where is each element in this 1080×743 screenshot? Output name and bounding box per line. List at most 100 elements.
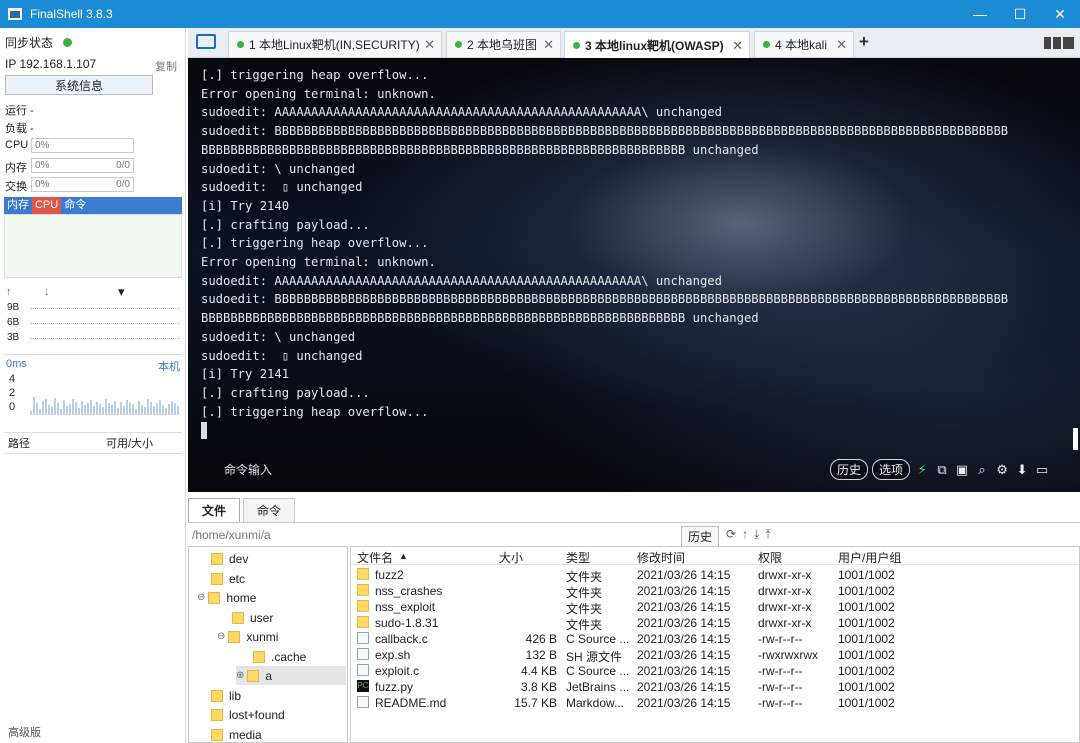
tree-node-media[interactable]: media	[211, 725, 262, 742]
maximize-button[interactable]: ☐	[1000, 0, 1040, 28]
gear-icon[interactable]: ⚙	[994, 462, 1010, 478]
session-tab-1[interactable]: 1 本地Linux靶机(IN,SECURITY) ✕	[228, 31, 442, 57]
close-tab-icon[interactable]: ✕	[836, 37, 847, 53]
session-tab-2[interactable]: 2 本地乌班图 ✕	[446, 31, 561, 57]
folder-icon	[211, 689, 223, 702]
file-row[interactable]: exploit.c 4.4 KB C Source ... 2021/03/26 14…	[351, 663, 1079, 679]
terminal-line: BBBBBBBBBBBBBBBBBBBBBBBBBBBBBBBBBBBBBBBB…	[201, 142, 759, 157]
options-button[interactable]: 选项	[872, 459, 911, 480]
tree-node-lost-found[interactable]: lost+found	[211, 705, 285, 724]
close-tab-icon[interactable]: ✕	[424, 37, 435, 53]
latency-bar	[36, 403, 38, 415]
copy-ip-link[interactable]: 复制	[155, 58, 177, 74]
tree-node-cache[interactable]: .cache	[253, 647, 306, 666]
tree-node-etc[interactable]: etc	[211, 569, 245, 588]
download-icon[interactable]: ⤓	[754, 527, 759, 542]
file-row[interactable]: callback.c 426 B C Source ... 2021/03/26 14…	[351, 631, 1079, 647]
file-row[interactable]: fuzz2 文件夹 2021/03/26 14:15 drwxr-xr-x 1001/1…	[351, 567, 1079, 584]
file-list: 文件名 ▲ 大小 类型 修改时间 权限 用户/用户组 fuzz2 文件夹 2021/…	[350, 546, 1080, 743]
col-perm[interactable]: 权限	[758, 549, 782, 566]
session-tab-4[interactable]: 4 本地kali ✕	[754, 31, 854, 57]
file-row[interactable]: nss_exploit 文件夹 2021/03/26 14:15 drwxr-xr-x…	[351, 599, 1079, 616]
path-history-button[interactable]: 历史	[681, 526, 720, 547]
file-mtime: 2021/03/26 14:15	[637, 664, 731, 678]
col-size[interactable]: 大小	[499, 549, 523, 566]
col-name[interactable]: 文件名	[357, 549, 393, 566]
folder-icon	[232, 611, 244, 624]
collapse-icon[interactable]: ⊖	[197, 592, 205, 603]
command-input-label[interactable]: 命令输入	[224, 461, 272, 478]
tree-node-lib[interactable]: lib	[211, 686, 241, 705]
latency-bar	[114, 401, 116, 415]
latency-scale-2: 2	[9, 387, 16, 399]
close-button[interactable]: ✕	[1040, 0, 1080, 28]
terminal-line: [i] Try 2140	[201, 198, 290, 213]
tab-command[interactable]: 命令	[61, 197, 89, 214]
terminal-scrollbar[interactable]	[1073, 428, 1078, 450]
folder-open-icon[interactable]	[196, 34, 216, 49]
folder-icon	[211, 708, 223, 721]
copy-icon[interactable]: ⧉	[934, 462, 950, 478]
lightning-icon[interactable]: ⚡	[914, 462, 930, 478]
network-dropdown-icon[interactable]: ▾	[118, 284, 125, 300]
file-row[interactable]: PC fuzz.py 3.8 KB JetBrains ... 2021/03/26 1…	[351, 679, 1079, 695]
refresh-icon[interactable]: ⟳	[726, 527, 736, 542]
session-tab-3[interactable]: 3 本地linux靶机(OWASP) ✕	[564, 31, 750, 59]
minimize-button[interactable]: —	[960, 0, 1000, 28]
expand-icon[interactable]: ⊕	[236, 670, 244, 681]
latency-bar	[81, 401, 83, 415]
tree-node-dev[interactable]: dev	[211, 549, 248, 568]
upload-icon[interactable]: ⤒	[765, 527, 770, 542]
terminal-pane[interactable]: [.] triggering heap overflow... Error ope…	[188, 58, 1080, 492]
collapse-icon[interactable]: ⊖	[217, 631, 225, 642]
file-row[interactable]: sudo-1.8.31 文件夹 2021/03/26 14:15 drwxr-xr-x…	[351, 615, 1079, 632]
fullscreen-icon[interactable]: ▭	[1034, 462, 1050, 478]
layout-grid-icon[interactable]	[1044, 37, 1074, 49]
close-tab-icon[interactable]: ✕	[732, 38, 743, 54]
terminal-line: [i] Try 2141	[201, 367, 290, 382]
net-scale-9: 9B	[7, 302, 20, 313]
file-row[interactable]: nss_crashes 文件夹 2021/03/26 14:15 drwxr-xr-x…	[351, 583, 1079, 600]
latency-bar	[174, 403, 176, 415]
file-perm: -rw-r--r--	[758, 696, 803, 710]
tree-node-home[interactable]: ⊖ home	[197, 588, 256, 607]
tab-commands[interactable]: 命令	[243, 498, 295, 522]
file-type: C Source ...	[566, 632, 630, 646]
history-button[interactable]: 历史	[830, 459, 869, 480]
col-mtime[interactable]: 修改时间	[637, 549, 685, 566]
tab-cpu[interactable]: CPU	[32, 197, 62, 214]
paste-icon[interactable]: ▣	[954, 462, 970, 478]
download-icon[interactable]: ⬇	[1014, 462, 1030, 478]
system-info-button[interactable]: 系统信息	[5, 75, 153, 95]
advanced-edition-label[interactable]: 高级版	[8, 724, 41, 740]
latency-scale-0: 0	[9, 401, 16, 413]
tab-memory[interactable]: 内存	[4, 197, 32, 214]
new-tab-button[interactable]: +	[859, 32, 869, 52]
file-name: README.md	[375, 696, 447, 710]
latency-value: 0ms	[6, 358, 27, 370]
latency-bar	[159, 400, 161, 415]
window-title: FinalShell 3.8.3	[30, 7, 113, 21]
go-up-icon[interactable]: ↑	[742, 527, 748, 542]
latency-bar	[93, 406, 95, 415]
tree-node-xunmi[interactable]: ⊖ xunmi	[217, 627, 278, 646]
net-gridline	[30, 323, 180, 324]
search-icon[interactable]: ⌕	[974, 462, 990, 478]
folder-icon	[357, 600, 369, 612]
file-row[interactable]: exp.sh 132 B SH 源文件 2021/03/26 14:15 -rwxrwx…	[351, 647, 1079, 664]
latency-bar	[135, 409, 137, 415]
net-scale-6: 6B	[7, 317, 20, 328]
file-name: nss_crashes	[375, 584, 443, 598]
col-type[interactable]: 类型	[566, 549, 590, 566]
session-tab-label: 3 本地linux靶机(OWASP)	[585, 39, 724, 53]
current-path[interactable]: /home/xunmi/a	[192, 528, 271, 542]
file-owner: 1001/1002	[838, 696, 895, 710]
col-owner[interactable]: 用户/用户组	[838, 549, 901, 566]
net-gridline	[30, 308, 180, 309]
file-perm: -rw-r--r--	[758, 680, 803, 694]
file-row[interactable]: README.md 15.7 KB Markdow... 2021/03/26 14:…	[351, 695, 1079, 711]
tree-node-a[interactable]: ⊕ a	[236, 666, 346, 685]
close-tab-icon[interactable]: ✕	[543, 37, 554, 53]
tab-files[interactable]: 文件	[188, 498, 240, 522]
tree-node-user[interactable]: user	[232, 608, 273, 627]
